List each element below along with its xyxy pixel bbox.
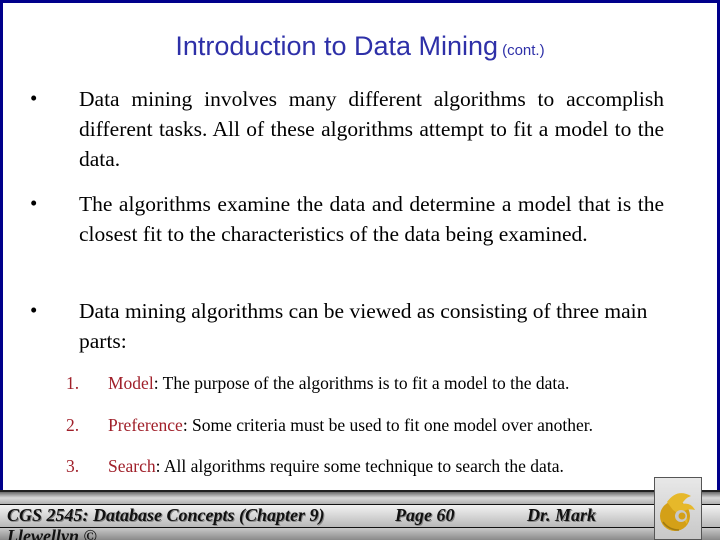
title-text: Introduction to Data Mining [175,31,499,61]
ucf-pegasus-logo-icon [660,493,695,531]
part-term: Search [108,456,156,476]
bullet-2: The algorithms examine the data and dete… [79,192,664,246]
part-term: Model [108,373,154,393]
part-term: Preference [108,415,183,435]
footer-course: CGS 2545: Database Concepts (Chapter 9) [7,505,325,525]
title-suffix: (cont.) [502,42,545,59]
footer-band-top [0,490,720,505]
part-description: : All algorithms require some technique … [155,456,564,476]
part-number: 3. [66,456,80,476]
part-item-model: 1. Model: The purpose of the algorithms i… [66,373,569,394]
part-number: 1. [66,373,80,393]
footer-page-number: Page 60 [395,505,455,525]
bullet-3: Data mining algorithms can be viewed as … [79,299,648,353]
part-item-search: 3. Search: All algorithms require some te… [66,456,564,477]
slide: Introduction to Data Mining (cont.) • Dat… [0,0,720,540]
part-description: : The purpose of the algorithms is to fi… [153,373,570,393]
bullet-icon: • [30,86,38,110]
logo-box [654,477,702,540]
footer-author-continued: Llewellyn © [7,526,97,540]
bullet-1: Data mining involves many different algo… [79,87,664,171]
slide-footer: CGS 2545: Database Concepts (Chapter 9) … [0,490,720,540]
slide-title: Introduction to Data Mining (cont.) [0,31,720,62]
footer-author: Dr. Mark [527,505,597,525]
bullet-icon: • [30,298,38,322]
part-description: : Some criteria must be used to fit one … [182,415,593,435]
bullet-icon: • [30,191,38,215]
part-number: 2. [66,415,80,435]
footer-band-bottom [0,528,720,540]
part-item-preference: 2. Preference: Some criteria must be used… [66,415,593,436]
